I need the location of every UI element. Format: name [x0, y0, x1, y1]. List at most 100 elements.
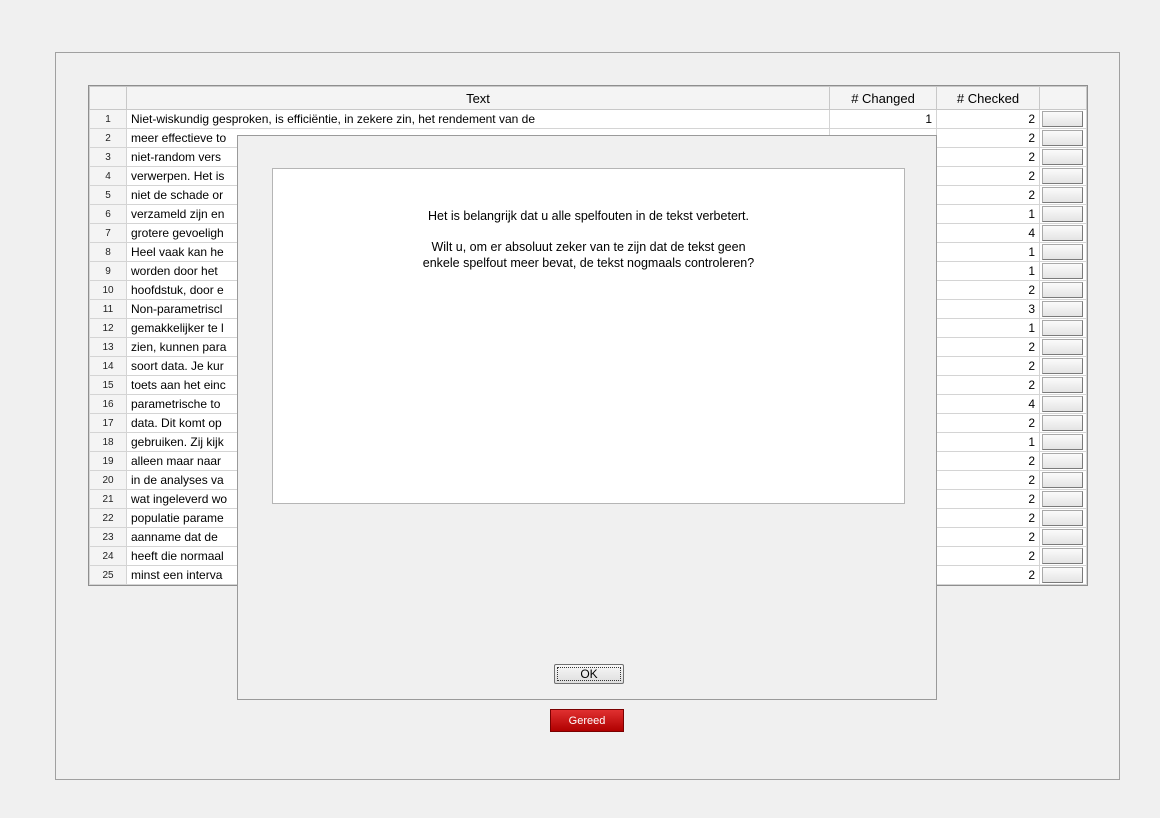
row-action-button[interactable]: [1042, 282, 1083, 298]
row-action-button[interactable]: [1042, 415, 1083, 431]
row-number: 24: [89, 546, 127, 566]
row-action-button[interactable]: [1042, 111, 1083, 127]
row-number: 1: [89, 109, 127, 129]
row-action-cell: [1039, 166, 1087, 186]
checked-cell[interactable]: 2: [936, 489, 1040, 509]
dialog-message-line2a: Wilt u, om er absoluut zeker van te zijn…: [431, 240, 746, 254]
row-action-cell: [1039, 223, 1087, 243]
checked-cell[interactable]: 2: [936, 451, 1040, 471]
row-action-cell: [1039, 204, 1087, 224]
row-number: 7: [89, 223, 127, 243]
row-action-cell: [1039, 565, 1087, 585]
checked-cell[interactable]: 2: [936, 185, 1040, 205]
row-action-cell: [1039, 489, 1087, 509]
checked-cell[interactable]: 4: [936, 394, 1040, 414]
row-number: 3: [89, 147, 127, 167]
changed-cell[interactable]: 1: [829, 109, 937, 129]
row-action-button[interactable]: [1042, 377, 1083, 393]
row-action-button[interactable]: [1042, 244, 1083, 260]
row-number: 20: [89, 470, 127, 490]
row-action-cell: [1039, 432, 1087, 452]
row-number: 16: [89, 394, 127, 414]
checked-cell[interactable]: 2: [936, 147, 1040, 167]
ok-button[interactable]: OK: [554, 664, 624, 684]
row-action-button[interactable]: [1042, 187, 1083, 203]
checked-cell[interactable]: 2: [936, 413, 1040, 433]
row-number: 10: [89, 280, 127, 300]
text-column-header[interactable]: Text: [126, 86, 830, 110]
row-action-cell: [1039, 394, 1087, 414]
row-action-cell: [1039, 356, 1087, 376]
checked-cell[interactable]: 1: [936, 204, 1040, 224]
row-action-button[interactable]: [1042, 301, 1083, 317]
checked-cell[interactable]: 1: [936, 242, 1040, 262]
row-action-cell: [1039, 470, 1087, 490]
row-action-button[interactable]: [1042, 263, 1083, 279]
checked-column-header[interactable]: # Checked: [936, 86, 1040, 110]
row-action-button[interactable]: [1042, 472, 1083, 488]
row-number: 18: [89, 432, 127, 452]
checked-cell[interactable]: 2: [936, 375, 1040, 395]
changed-column-header[interactable]: # Changed: [829, 86, 937, 110]
row-action-cell: [1039, 185, 1087, 205]
row-action-button[interactable]: [1042, 206, 1083, 222]
row-number: 6: [89, 204, 127, 224]
row-number: 21: [89, 489, 127, 509]
row-action-button[interactable]: [1042, 225, 1083, 241]
row-action-cell: [1039, 299, 1087, 319]
row-action-button[interactable]: [1042, 168, 1083, 184]
row-number: 25: [89, 565, 127, 585]
dialog-message-line2: Wilt u, om er absoluut zeker van te zijn…: [273, 239, 904, 271]
row-action-cell: [1039, 128, 1087, 148]
row-action-cell: [1039, 147, 1087, 167]
checked-cell[interactable]: 2: [936, 280, 1040, 300]
checked-cell[interactable]: 2: [936, 470, 1040, 490]
row-action-button[interactable]: [1042, 149, 1083, 165]
checked-cell[interactable]: 3: [936, 299, 1040, 319]
row-number: 4: [89, 166, 127, 186]
row-number-header: [89, 86, 127, 110]
row-number: 23: [89, 527, 127, 547]
dialog-message-line1: Het is belangrijk dat u alle spelfouten …: [427, 209, 749, 223]
button-column-header: [1039, 86, 1087, 110]
checked-cell[interactable]: 4: [936, 223, 1040, 243]
spelling-dialog: Het is belangrijk dat u alle spelfouten …: [237, 135, 937, 700]
checked-cell[interactable]: 2: [936, 508, 1040, 528]
row-action-button[interactable]: [1042, 339, 1083, 355]
checked-cell[interactable]: 1: [936, 432, 1040, 452]
row-action-button[interactable]: [1042, 529, 1083, 545]
row-action-button[interactable]: [1042, 434, 1083, 450]
row-action-button[interactable]: [1042, 491, 1083, 507]
checked-cell[interactable]: 1: [936, 318, 1040, 338]
row-number: 2: [89, 128, 127, 148]
row-action-cell: [1039, 318, 1087, 338]
row-number: 5: [89, 185, 127, 205]
checked-cell[interactable]: 2: [936, 166, 1040, 186]
dialog-message-line2b: enkele spelfout meer bevat, de tekst nog…: [422, 256, 755, 270]
row-action-cell: [1039, 261, 1087, 281]
row-number: 9: [89, 261, 127, 281]
row-number: 22: [89, 508, 127, 528]
checked-cell[interactable]: 2: [936, 128, 1040, 148]
row-action-button[interactable]: [1042, 130, 1083, 146]
row-action-button[interactable]: [1042, 510, 1083, 526]
text-cell[interactable]: Niet-wiskundig gesproken, is efficiëntie…: [126, 109, 830, 129]
table-row[interactable]: 1 Niet-wiskundig gesproken, is efficiënti…: [89, 109, 1087, 129]
row-action-cell: [1039, 546, 1087, 566]
row-action-cell: [1039, 527, 1087, 547]
row-action-button[interactable]: [1042, 358, 1083, 374]
checked-cell[interactable]: 2: [936, 546, 1040, 566]
row-action-button[interactable]: [1042, 396, 1083, 412]
row-action-button[interactable]: [1042, 320, 1083, 336]
checked-cell[interactable]: 2: [936, 565, 1040, 585]
done-button[interactable]: Gereed: [550, 709, 624, 732]
checked-cell[interactable]: 2: [936, 356, 1040, 376]
row-action-cell: [1039, 337, 1087, 357]
checked-cell[interactable]: 2: [936, 337, 1040, 357]
checked-cell[interactable]: 1: [936, 261, 1040, 281]
row-action-button[interactable]: [1042, 567, 1083, 583]
row-action-button[interactable]: [1042, 548, 1083, 564]
row-action-button[interactable]: [1042, 453, 1083, 469]
checked-cell[interactable]: 2: [936, 527, 1040, 547]
checked-cell[interactable]: 2: [936, 109, 1040, 129]
